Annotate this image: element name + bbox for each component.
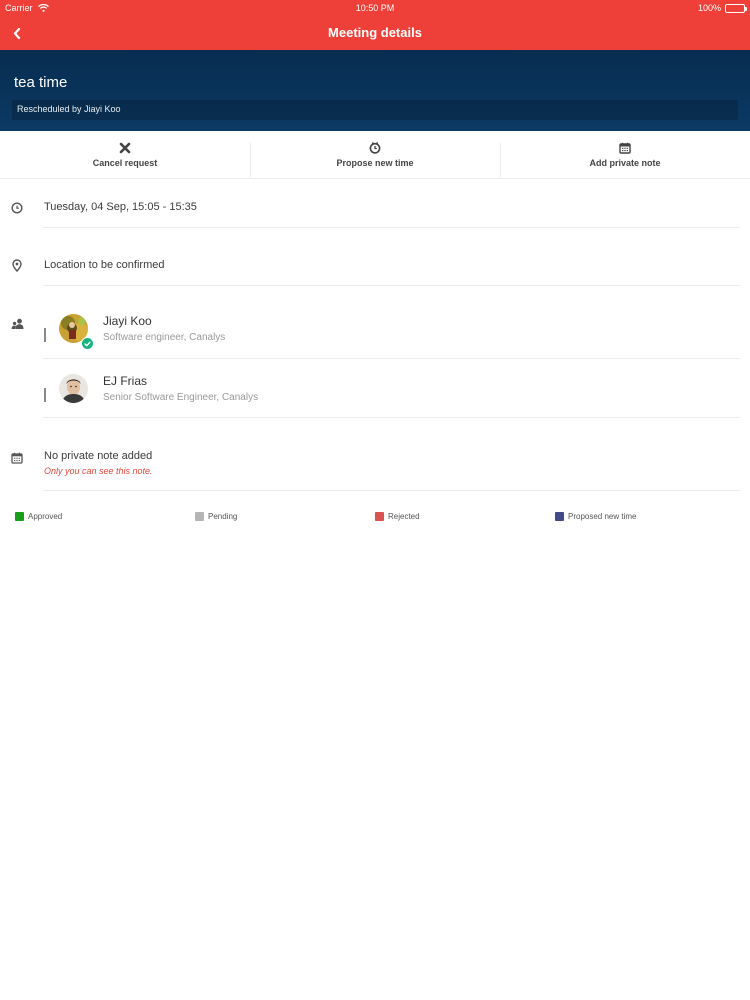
divider — [43, 490, 740, 491]
meeting-datetime: Tuesday, 04 Sep, 15:05 - 15:35 — [44, 201, 197, 213]
legend-label: Rejected — [388, 512, 420, 521]
propose-new-time-button[interactable]: Propose new time — [250, 131, 500, 178]
meeting-location: Location to be confirmed — [44, 259, 165, 271]
private-note-row[interactable]: No private note added Only you can see t… — [0, 446, 750, 490]
clock-icon — [369, 141, 381, 154]
meeting-title: tea time — [14, 74, 68, 91]
divider — [43, 358, 740, 359]
meeting-header: tea time Rescheduled by Jiayi Koo — [0, 50, 750, 131]
legend-item-pending: Pending — [195, 512, 237, 521]
divider — [43, 285, 740, 286]
legend-label: Proposed new time — [568, 512, 637, 521]
legend-swatch — [375, 512, 384, 521]
clock-icon — [11, 202, 23, 214]
status-legend: Approved Pending Rejected Proposed new t… — [0, 512, 750, 526]
legend-swatch — [195, 512, 204, 521]
private-note-hint: Only you can see this note. — [44, 466, 153, 476]
attendee-name: EJ Frias — [103, 374, 148, 388]
page-title: Meeting details — [328, 25, 422, 40]
cancel-request-button[interactable]: Cancel request — [0, 131, 250, 178]
battery-group: 100% — [697, 3, 747, 13]
calendar-icon — [619, 142, 631, 154]
attendee-role: Software engineer, Canalys — [103, 332, 226, 343]
legend-label: Approved — [28, 512, 63, 521]
divider — [43, 417, 740, 418]
attendees-icon — [11, 318, 24, 329]
attendee-row[interactable]: Jiayi Koo Software engineer, Canalys — [44, 314, 744, 364]
divider — [43, 227, 740, 228]
attendee-name: Jiayi Koo — [103, 314, 152, 328]
calendar-icon — [11, 452, 23, 464]
clock-time: 10:50 PM — [355, 3, 395, 13]
legend-item-approved: Approved — [15, 512, 62, 521]
action-bar: Cancel request Propose new time Add priv… — [0, 131, 750, 179]
attendee-status-bar — [44, 388, 46, 402]
private-note-text: No private note added — [44, 450, 153, 462]
navigation-bar: Meeting details — [0, 16, 750, 50]
attendee-role: Senior Software Engineer, Canalys — [103, 392, 259, 403]
status-bar: Carrier 10:50 PM 100% — [0, 0, 750, 16]
propose-new-time-label: Propose new time — [336, 157, 414, 168]
datetime-row: Tuesday, 04 Sep, 15:05 - 15:35 — [0, 196, 750, 228]
legend-swatch — [15, 512, 24, 521]
battery-percent: 100% — [697, 3, 721, 13]
legend-label: Pending — [208, 512, 238, 521]
rescheduled-banner: Rescheduled by Jiayi Koo — [12, 100, 738, 120]
avatar — [59, 374, 88, 403]
legend-item-proposed-new-time: Proposed new time — [555, 512, 636, 521]
approved-check-icon — [81, 337, 94, 350]
battery-icon — [725, 3, 747, 13]
add-private-note-button[interactable]: Add private note — [500, 131, 750, 178]
legend-item-rejected: Rejected — [375, 512, 420, 521]
add-private-note-label: Add private note — [589, 157, 661, 168]
location-pin-icon — [12, 259, 22, 272]
attendee-status-bar — [44, 328, 46, 342]
legend-swatch — [555, 512, 564, 521]
location-row: Location to be confirmed — [0, 254, 750, 286]
close-icon — [119, 142, 131, 153]
cancel-request-label: Cancel request — [92, 157, 158, 168]
